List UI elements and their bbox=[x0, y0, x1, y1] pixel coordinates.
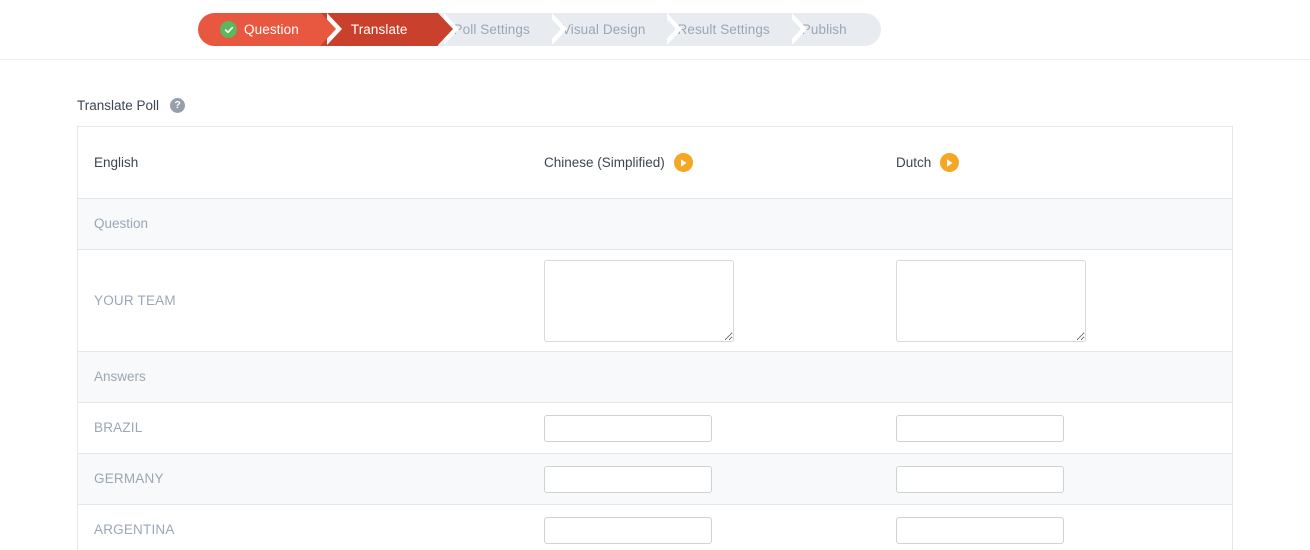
translation-textarea-nl[interactable] bbox=[896, 259, 1086, 342]
table-row: BRAZIL bbox=[78, 403, 1232, 454]
column-header-label: Dutch bbox=[896, 155, 932, 170]
wizard-step-label: Result Settings bbox=[677, 22, 770, 37]
check-circle-icon bbox=[220, 21, 237, 38]
table-row: YOUR TEAM bbox=[78, 250, 1232, 352]
wizard-step-label: Publish bbox=[801, 22, 847, 37]
page-title: Translate Poll bbox=[77, 98, 160, 113]
column-header-inner: Chinese (Simplified) bbox=[544, 153, 693, 172]
section-header-cell: Question bbox=[78, 215, 544, 233]
table-row: ARGENTINA bbox=[78, 505, 1232, 550]
wizard-step-label: Question bbox=[244, 22, 299, 37]
wizard-steps: Question Translate Poll Settings Visual Des… bbox=[198, 13, 881, 46]
row-source-label: BRAZIL bbox=[94, 420, 143, 435]
table-header-row: English Chinese (Simplified) Dutch bbox=[78, 127, 1232, 199]
row-source-label: GERMANY bbox=[94, 471, 164, 486]
wizard-header: Question Translate Poll Settings Visual Des… bbox=[0, 0, 1310, 60]
row-nl-cell bbox=[896, 465, 1232, 493]
section-header-row: Answers bbox=[78, 352, 1232, 403]
column-header-zh: Chinese (Simplified) bbox=[544, 153, 896, 172]
row-source-label: ARGENTINA bbox=[94, 522, 175, 537]
translation-table: English Chinese (Simplified) Dutch Question… bbox=[77, 126, 1233, 550]
section-label: Answers bbox=[94, 369, 146, 384]
play-circle-icon[interactable] bbox=[673, 153, 693, 172]
row-source-cell: ARGENTINA bbox=[78, 521, 544, 539]
section-header-cell: Answers bbox=[78, 368, 544, 386]
translation-input-zh[interactable] bbox=[544, 465, 712, 493]
column-header-inner: Dutch bbox=[896, 153, 960, 172]
column-header-label: Chinese (Simplified) bbox=[544, 155, 665, 170]
row-nl-cell bbox=[896, 259, 1232, 342]
row-nl-cell bbox=[896, 516, 1232, 544]
wizard-step-label: Poll Settings bbox=[453, 22, 530, 37]
row-zh-cell bbox=[544, 516, 896, 544]
wizard-step-label: Visual Design bbox=[561, 22, 646, 37]
translation-input-zh[interactable] bbox=[544, 414, 712, 442]
translation-textarea-zh[interactable] bbox=[544, 259, 734, 342]
page-body: Translate Poll ? English Chinese (Simplif… bbox=[0, 98, 1310, 550]
page-title-row: Translate Poll ? bbox=[77, 98, 1310, 113]
column-header-source: English bbox=[78, 154, 544, 172]
translation-input-nl[interactable] bbox=[896, 414, 1064, 442]
row-source-cell: YOUR TEAM bbox=[78, 292, 544, 310]
help-circle-icon[interactable]: ? bbox=[170, 98, 186, 113]
column-header-nl: Dutch bbox=[896, 153, 1232, 172]
translation-input-zh[interactable] bbox=[544, 516, 712, 544]
section-header-row: Question bbox=[78, 199, 1232, 250]
table-row: GERMANY bbox=[78, 454, 1232, 505]
translation-input-nl[interactable] bbox=[896, 516, 1064, 544]
wizard-step-question[interactable]: Question bbox=[198, 13, 342, 46]
translation-input-nl[interactable] bbox=[896, 465, 1064, 493]
row-source-cell: GERMANY bbox=[78, 470, 544, 488]
section-label: Question bbox=[94, 216, 149, 231]
row-source-label: YOUR TEAM bbox=[94, 292, 176, 308]
column-header-label: English bbox=[94, 154, 139, 170]
row-zh-cell bbox=[544, 465, 896, 493]
play-circle-icon[interactable] bbox=[940, 153, 960, 172]
row-source-cell: BRAZIL bbox=[78, 419, 544, 437]
row-zh-cell bbox=[544, 414, 896, 442]
row-nl-cell bbox=[896, 414, 1232, 442]
wizard-step-label: Translate bbox=[350, 22, 408, 37]
row-zh-cell bbox=[544, 259, 896, 342]
